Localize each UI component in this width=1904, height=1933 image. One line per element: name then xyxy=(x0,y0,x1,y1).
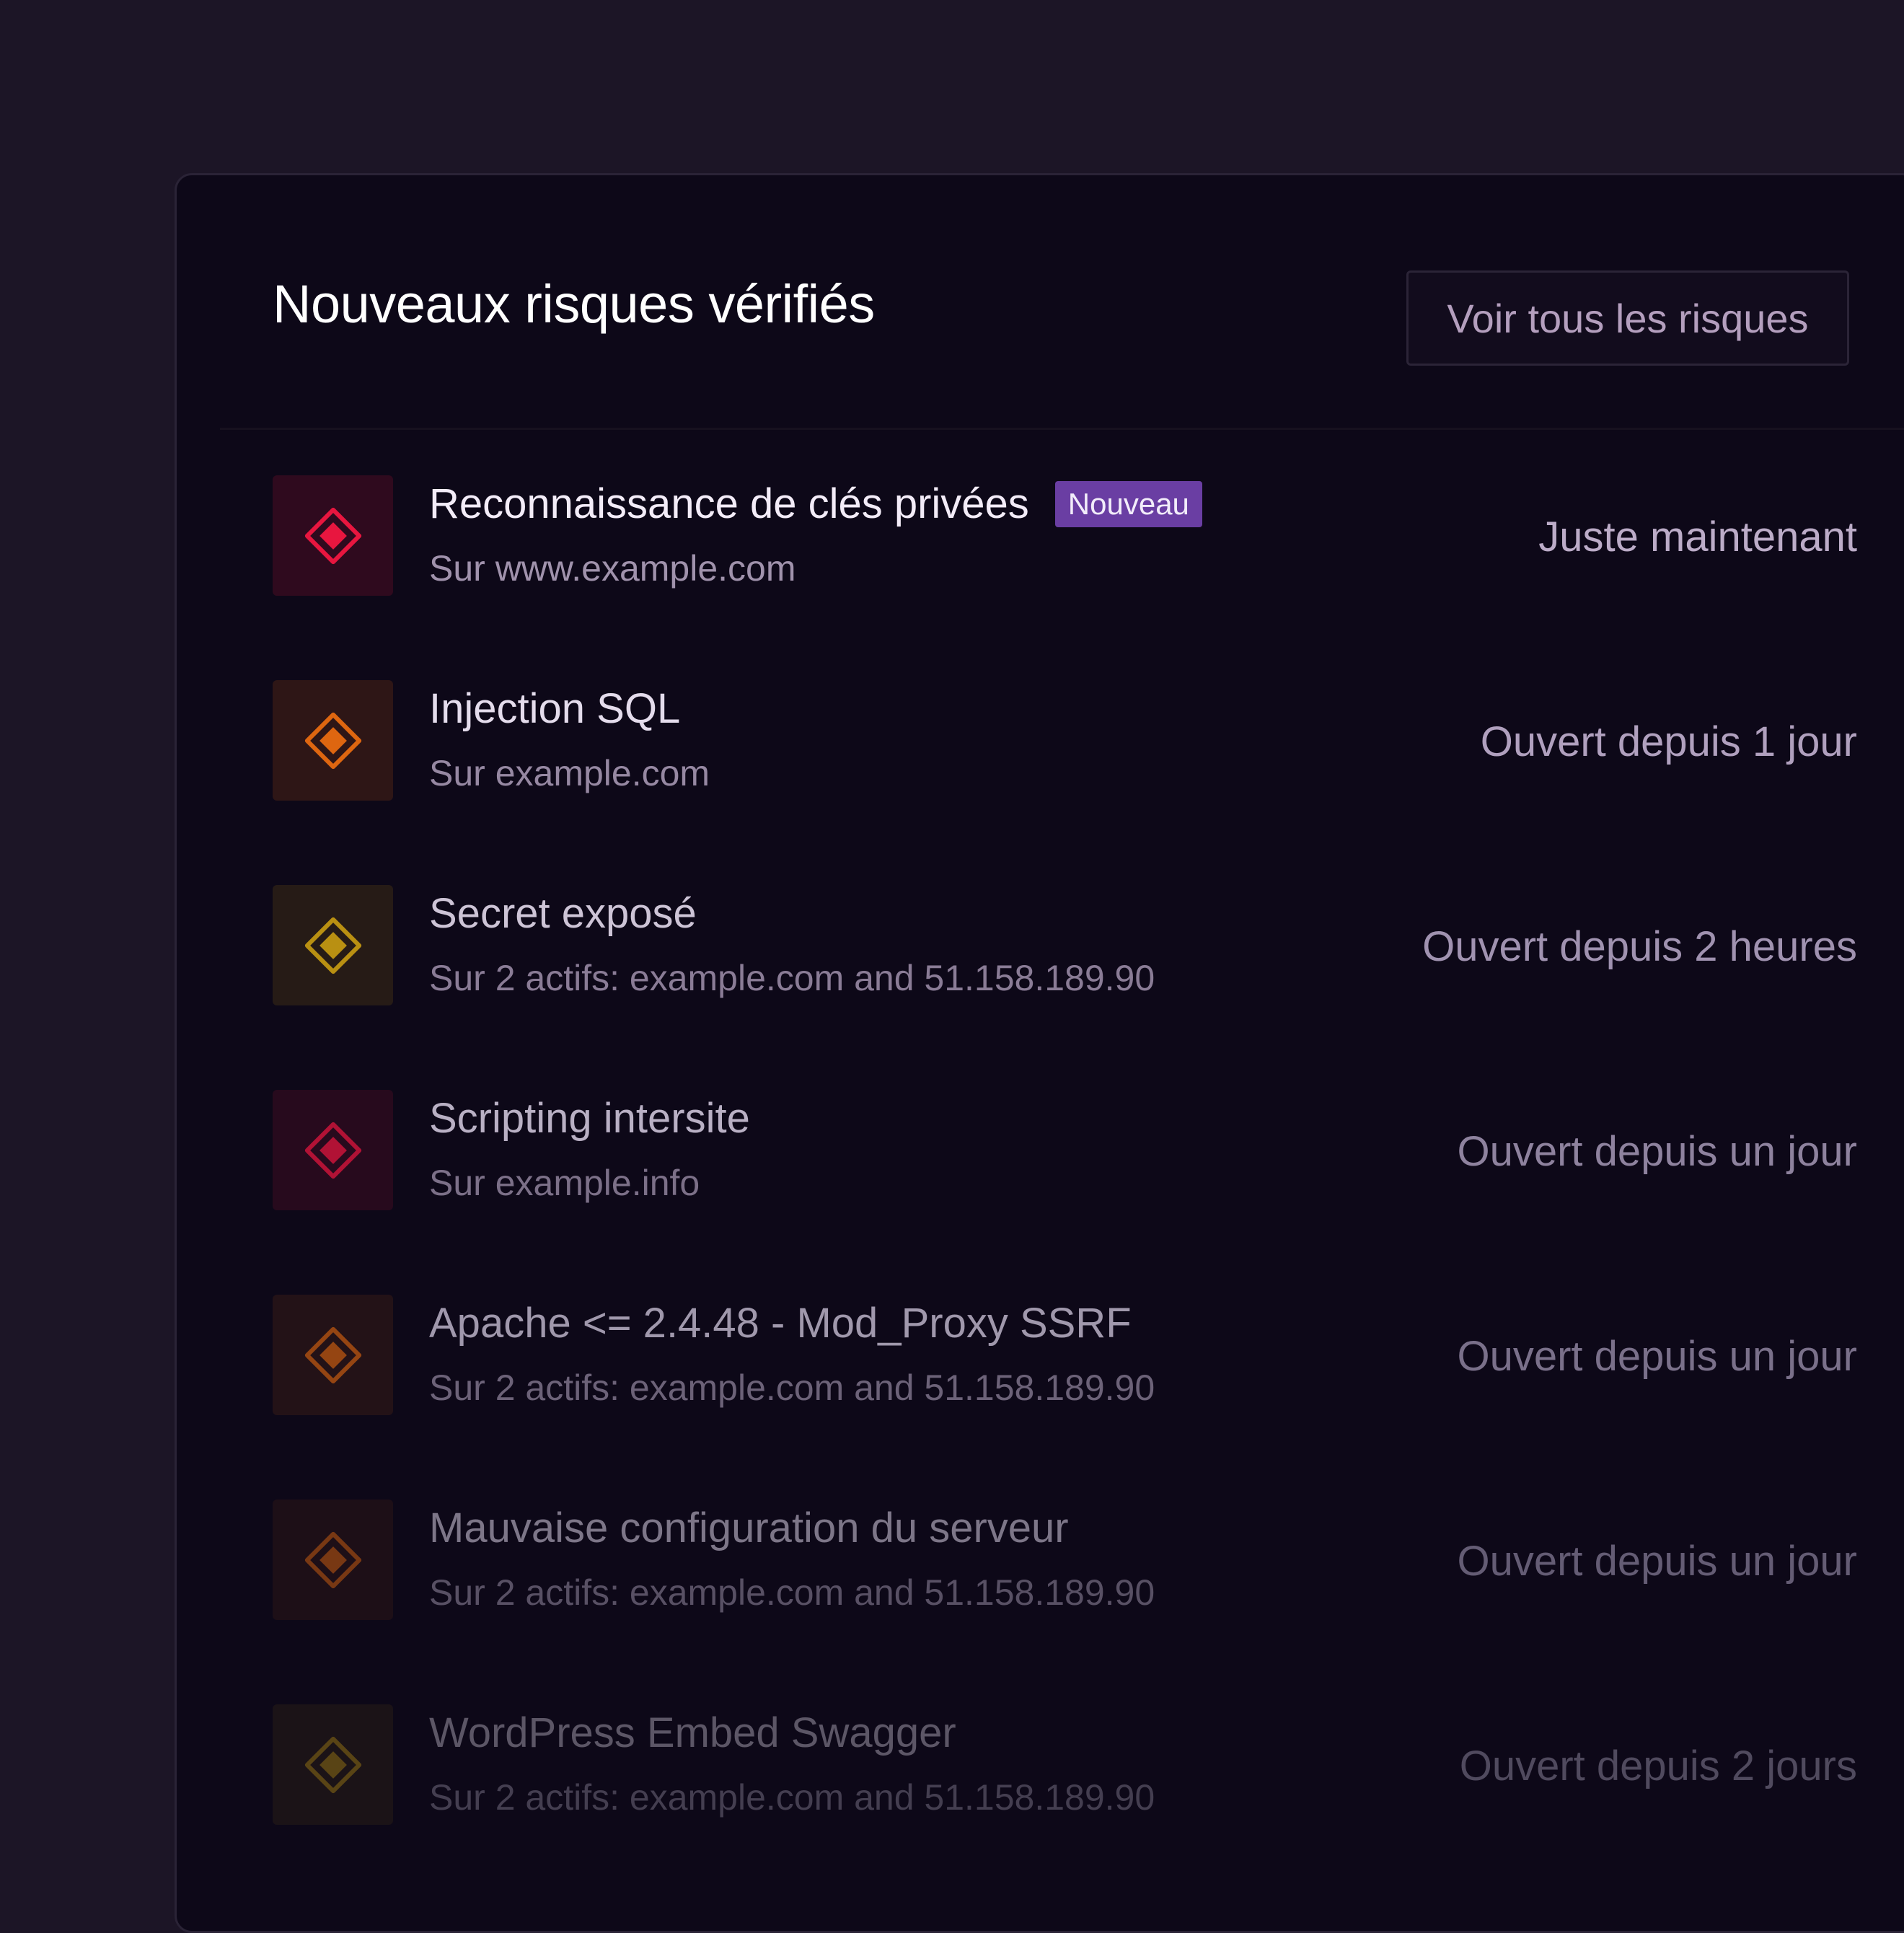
risk-subtitle: Sur example.com xyxy=(429,753,710,793)
diamond-warning-icon xyxy=(273,1704,393,1825)
diamond-warning-icon xyxy=(273,475,393,596)
risk-title: Secret exposé xyxy=(429,890,697,937)
risk-subtitle: Sur 2 actifs: example.com and 51.158.189… xyxy=(429,1777,1155,1818)
risk-time: Ouvert depuis un jour xyxy=(1457,1538,1857,1585)
risk-time: Ouvert depuis 2 heures xyxy=(1422,923,1857,970)
risk-title: Mauvaise configuration du serveur xyxy=(429,1505,1069,1551)
risk-subtitle: Sur 2 actifs: example.com and 51.158.189… xyxy=(429,958,1155,998)
new-badge: Nouveau xyxy=(1054,480,1202,527)
risks-panel: Nouveaux risques vérifiés Voir tous les … xyxy=(175,173,1904,1933)
diamond-warning-icon xyxy=(273,885,393,1005)
diamond-warning-icon xyxy=(273,1090,393,1210)
risk-time: Ouvert depuis 2 jours xyxy=(1459,1743,1857,1789)
risk-time: Ouvert depuis un jour xyxy=(1457,1333,1857,1380)
view-all-risks-button[interactable]: Voir tous les risques xyxy=(1406,270,1849,366)
risk-row[interactable]: Reconnaissance de clés privées Nouveau Su… xyxy=(270,475,1857,598)
risk-row[interactable]: Injection SQL Sur example.com Ouvert dep… xyxy=(270,680,1857,803)
risk-title: WordPress Embed Swagger xyxy=(429,1709,956,1756)
risk-row[interactable]: WordPress Embed Swagger Sur 2 actifs: ex… xyxy=(270,1704,1857,1827)
diamond-warning-icon xyxy=(273,680,393,801)
risk-title: Scripting intersite xyxy=(429,1095,750,1142)
risk-title: Apache <= 2.4.48 - Mod_Proxy SSRF xyxy=(429,1300,1132,1347)
risk-row[interactable]: Scripting intersite Sur example.info Ouv… xyxy=(270,1090,1857,1212)
risk-title: Injection SQL xyxy=(429,685,681,732)
risk-subtitle: Sur 2 actifs: example.com and 51.158.189… xyxy=(429,1572,1155,1613)
risk-row[interactable]: Mauvaise configuration du serveur Sur 2 … xyxy=(270,1500,1857,1622)
risk-subtitle: Sur www.example.com xyxy=(429,548,796,589)
risk-subtitle: Sur 2 actifs: example.com and 51.158.189… xyxy=(429,1368,1155,1408)
risk-row[interactable]: Apache <= 2.4.48 - Mod_Proxy SSRF Sur 2 … xyxy=(270,1295,1857,1417)
risk-time: Ouvert depuis 1 jour xyxy=(1480,718,1857,765)
divider xyxy=(220,428,1904,430)
risk-time: Juste maintenant xyxy=(1538,514,1857,560)
diamond-warning-icon xyxy=(273,1295,393,1415)
page-title: Nouveaux risques vérifiés xyxy=(273,274,875,334)
diamond-warning-icon xyxy=(273,1500,393,1620)
risk-title: Reconnaissance de clés privées xyxy=(429,480,1029,527)
risk-subtitle: Sur example.info xyxy=(429,1163,700,1203)
risk-row[interactable]: Secret exposé Sur 2 actifs: example.com … xyxy=(270,885,1857,1008)
risk-time: Ouvert depuis un jour xyxy=(1457,1128,1857,1175)
